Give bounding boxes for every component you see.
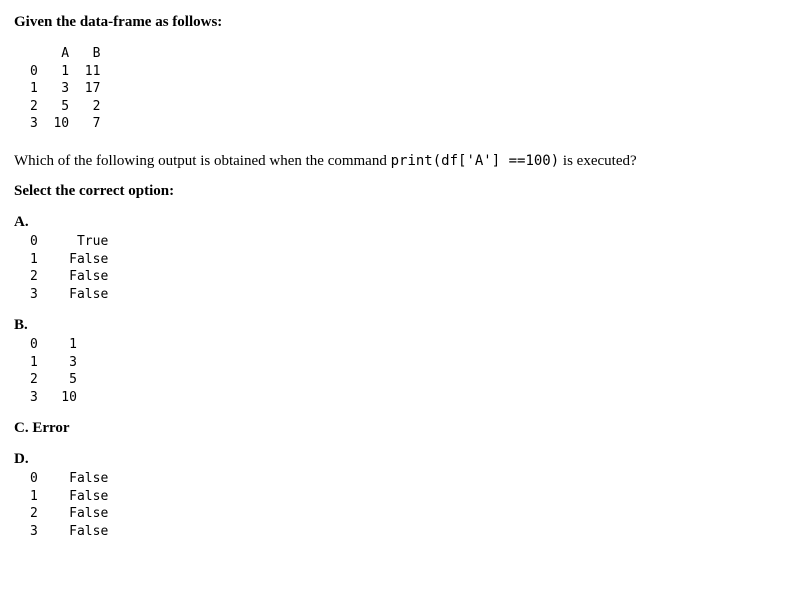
option-d-output: 0 False 1 False 2 False 3 False bbox=[30, 470, 771, 540]
option-c-letter: C. bbox=[14, 420, 29, 436]
question-pre: Which of the following output is obtaine… bbox=[14, 153, 391, 169]
option-c-text: Error bbox=[32, 420, 69, 436]
option-a-output: 0 True 1 False 2 False 3 False bbox=[30, 233, 771, 303]
option-c-label: C. Error bbox=[14, 420, 771, 437]
option-a-label: A. bbox=[14, 214, 771, 231]
option-d-label: D. bbox=[14, 451, 771, 468]
question-code: print(df['A'] ==100) bbox=[391, 153, 560, 169]
select-label: Select the correct option: bbox=[14, 183, 771, 200]
option-b-output: 0 1 1 3 2 5 3 10 bbox=[30, 336, 771, 406]
dataframe-display: A B 0 1 11 1 3 17 2 5 2 3 10 7 bbox=[30, 45, 771, 133]
intro-heading: Given the data-frame as follows: bbox=[14, 14, 771, 31]
question-text: Which of the following output is obtaine… bbox=[14, 151, 771, 171]
question-post: is executed? bbox=[559, 153, 636, 169]
option-b-label: B. bbox=[14, 317, 771, 334]
